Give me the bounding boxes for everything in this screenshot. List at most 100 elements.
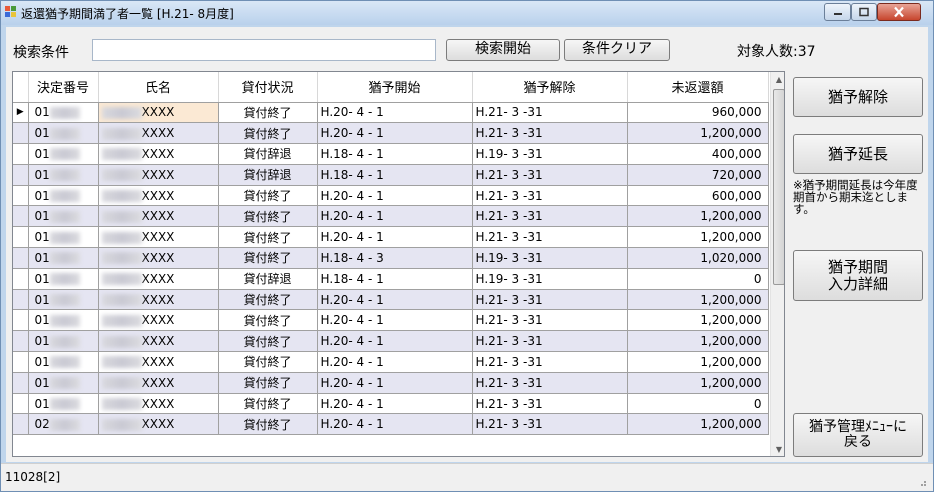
cell-decision-number[interactable]: 01 bbox=[28, 164, 99, 186]
close-button[interactable] bbox=[877, 3, 921, 21]
table-row[interactable]: 02 XXXX 貸付終了 H.20- 4 - 1 H.21- 3 -31 1,200,00… bbox=[13, 413, 769, 436]
scroll-up-icon[interactable]: ▲ bbox=[771, 72, 784, 88]
cell-name[interactable]: XXXX bbox=[98, 289, 219, 311]
cell-deferral-end[interactable]: H.21- 3 -31 bbox=[472, 205, 628, 228]
cell-deferral-start[interactable]: H.18- 4 - 1 bbox=[317, 164, 473, 186]
cell-loan-status[interactable]: 貸付終了 bbox=[218, 372, 318, 394]
cell-name[interactable]: XXXX bbox=[98, 164, 219, 186]
extend-deferral-button[interactable]: 猶予延長 bbox=[793, 134, 923, 174]
row-header[interactable] bbox=[13, 289, 29, 311]
table-row[interactable]: 01 XXXX 貸付辞退 H.18- 4 - 1 H.21- 3 -31 720,000 bbox=[13, 164, 769, 186]
table-row[interactable]: 01 XXXX 貸付終了 H.20- 4 - 1 H.21- 3 -31 1,200,00… bbox=[13, 289, 769, 311]
cell-unpaid-amount[interactable]: 1,200,000 bbox=[627, 226, 769, 249]
cell-deferral-start[interactable]: H.20- 4 - 1 bbox=[317, 289, 473, 311]
cell-name[interactable]: XXXX bbox=[98, 205, 219, 228]
cell-loan-status[interactable]: 貸付終了 bbox=[218, 289, 318, 311]
header-unpaid-amount[interactable]: 未返還額 bbox=[627, 72, 769, 103]
cell-unpaid-amount[interactable]: 1,200,000 bbox=[627, 413, 769, 436]
cell-deferral-end[interactable]: H.21- 3 -31 bbox=[472, 330, 628, 353]
cell-deferral-start[interactable]: H.18- 4 - 1 bbox=[317, 143, 473, 165]
row-header[interactable] bbox=[13, 164, 29, 186]
search-input[interactable] bbox=[92, 39, 436, 61]
cell-name[interactable]: XXXX bbox=[98, 330, 219, 353]
cell-name[interactable]: XXXX bbox=[98, 226, 219, 249]
cell-deferral-end[interactable]: H.21- 3 -31 bbox=[472, 351, 628, 373]
cell-loan-status[interactable]: 貸付辞退 bbox=[218, 164, 318, 186]
cell-deferral-end[interactable]: H.21- 3 -31 bbox=[472, 393, 628, 415]
cell-decision-number[interactable]: 01 bbox=[28, 122, 99, 145]
table-row[interactable]: 01 XXXX 貸付終了 H.20- 4 - 1 H.21- 3 -31 600,000 bbox=[13, 185, 769, 207]
row-header[interactable] bbox=[13, 351, 29, 373]
cell-unpaid-amount[interactable]: 1,200,000 bbox=[627, 205, 769, 228]
resize-grip-icon[interactable] bbox=[917, 477, 927, 487]
cell-name[interactable]: XXXX bbox=[98, 102, 219, 124]
maximize-button[interactable] bbox=[851, 3, 877, 21]
cell-deferral-end[interactable]: H.21- 3 -31 bbox=[472, 164, 628, 186]
cell-deferral-start[interactable]: H.20- 4 - 1 bbox=[317, 351, 473, 373]
cell-unpaid-amount[interactable]: 1,200,000 bbox=[627, 351, 769, 373]
header-loan-status[interactable]: 貸付状況 bbox=[218, 72, 318, 103]
table-row[interactable]: 01 XXXX 貸付終了 H.20- 4 - 1 H.21- 3 -31 1,200,00… bbox=[13, 351, 769, 373]
cell-deferral-start[interactable]: H.20- 4 - 1 bbox=[317, 205, 473, 228]
row-header[interactable] bbox=[13, 372, 29, 394]
cell-unpaid-amount[interactable]: 0 bbox=[627, 393, 769, 415]
cell-unpaid-amount[interactable]: 600,000 bbox=[627, 185, 769, 207]
title-bar[interactable]: 返還猶予期間満了者一覧 [H.21- 8月度] bbox=[1, 1, 933, 25]
cell-deferral-start[interactable]: H.20- 4 - 1 bbox=[317, 330, 473, 353]
cell-deferral-start[interactable]: H.20- 4 - 1 bbox=[317, 372, 473, 394]
table-row[interactable]: 01 XXXX 貸付終了 H.20- 4 - 1 H.21- 3 -31 1,200,00… bbox=[13, 122, 769, 145]
cell-name[interactable]: XXXX bbox=[98, 268, 219, 290]
clear-conditions-button[interactable]: 条件クリア bbox=[564, 39, 670, 61]
results-grid[interactable]: 決定番号 氏名 貸付状況 猶予開始 猶予解除 未返還額 ▶ 01 XXXX 貸付終了 H… bbox=[12, 71, 785, 457]
cell-decision-number[interactable]: 01 bbox=[28, 226, 99, 249]
search-start-button[interactable]: 検索開始 bbox=[446, 39, 560, 61]
cell-decision-number[interactable]: 01 bbox=[28, 185, 99, 207]
cell-unpaid-amount[interactable]: 960,000 bbox=[627, 102, 769, 124]
cell-deferral-start[interactable]: H.20- 4 - 1 bbox=[317, 185, 473, 207]
cell-name[interactable]: XXXX bbox=[98, 393, 219, 415]
cell-deferral-end[interactable]: H.21- 3 -31 bbox=[472, 372, 628, 394]
cell-deferral-start[interactable]: H.20- 4 - 1 bbox=[317, 413, 473, 436]
cell-decision-number[interactable]: 01 bbox=[28, 351, 99, 373]
scroll-down-icon[interactable]: ▼ bbox=[771, 442, 784, 456]
table-row[interactable]: 01 XXXX 貸付終了 H.20- 4 - 1 H.21- 3 -31 0 bbox=[13, 393, 769, 415]
cell-name[interactable]: XXXX bbox=[98, 122, 219, 145]
cell-deferral-end[interactable]: H.21- 3 -31 bbox=[472, 226, 628, 249]
cell-decision-number[interactable]: 01 bbox=[28, 393, 99, 415]
table-row[interactable]: 01 XXXX 貸付終了 H.20- 4 - 1 H.21- 3 -31 1,200,00… bbox=[13, 309, 769, 332]
cell-decision-number[interactable]: 01 bbox=[28, 102, 99, 124]
cell-decision-number[interactable]: 01 bbox=[28, 289, 99, 311]
row-header[interactable] bbox=[13, 143, 29, 165]
release-deferral-button[interactable]: 猶予解除 bbox=[793, 77, 923, 117]
cell-name[interactable]: XXXX bbox=[98, 143, 219, 165]
cell-loan-status[interactable]: 貸付終了 bbox=[218, 226, 318, 249]
cell-decision-number[interactable]: 01 bbox=[28, 247, 99, 269]
cell-deferral-start[interactable]: H.20- 4 - 1 bbox=[317, 309, 473, 332]
cell-decision-number[interactable]: 01 bbox=[28, 309, 99, 332]
cell-deferral-end[interactable]: H.19- 3 -31 bbox=[472, 247, 628, 269]
cell-deferral-end[interactable]: H.21- 3 -31 bbox=[472, 289, 628, 311]
deferral-detail-button[interactable]: 猶予期間 入力詳細 bbox=[793, 250, 923, 301]
cell-deferral-start[interactable]: H.20- 4 - 1 bbox=[317, 393, 473, 415]
cell-unpaid-amount[interactable]: 720,000 bbox=[627, 164, 769, 186]
cell-name[interactable]: XXXX bbox=[98, 247, 219, 269]
cell-unpaid-amount[interactable]: 400,000 bbox=[627, 143, 769, 165]
header-deferral-end[interactable]: 猶予解除 bbox=[472, 72, 628, 103]
row-header[interactable] bbox=[13, 413, 29, 436]
cell-decision-number[interactable]: 01 bbox=[28, 372, 99, 394]
cell-decision-number[interactable]: 01 bbox=[28, 330, 99, 353]
back-to-menu-button[interactable]: 猶予管理ﾒﾆｭｰに 戻る bbox=[793, 413, 923, 457]
cell-deferral-end[interactable]: H.21- 3 -31 bbox=[472, 413, 628, 436]
cell-name[interactable]: XXXX bbox=[98, 372, 219, 394]
cell-deferral-end[interactable]: H.21- 3 -31 bbox=[472, 185, 628, 207]
cell-name[interactable]: XXXX bbox=[98, 309, 219, 332]
cell-deferral-start[interactable]: H.20- 4 - 1 bbox=[317, 122, 473, 145]
cell-unpaid-amount[interactable]: 1,200,000 bbox=[627, 122, 769, 145]
cell-deferral-start[interactable]: H.20- 4 - 1 bbox=[317, 226, 473, 249]
table-row[interactable]: 01 XXXX 貸付終了 H.18- 4 - 3 H.19- 3 -31 1,020,00… bbox=[13, 247, 769, 269]
row-header[interactable] bbox=[13, 122, 29, 145]
cell-decision-number[interactable]: 01 bbox=[28, 143, 99, 165]
cell-loan-status[interactable]: 貸付辞退 bbox=[218, 268, 318, 290]
cell-loan-status[interactable]: 貸付終了 bbox=[218, 393, 318, 415]
cell-deferral-start[interactable]: H.18- 4 - 3 bbox=[317, 247, 473, 269]
